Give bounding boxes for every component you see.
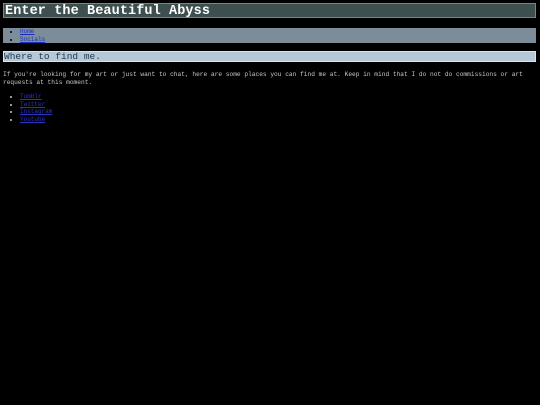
nav-bar: Home Socials: [3, 28, 536, 43]
nav-link-socials[interactable]: Socials: [20, 36, 45, 43]
section-heading-bar: Where to find me.: [3, 51, 536, 62]
social-link-list: Tumblr Twitter Instagram Youtube: [0, 93, 52, 123]
tumblr-link[interactable]: Tumblr: [20, 93, 42, 100]
site-header: Enter the Beautiful Abyss: [3, 3, 536, 19]
intro-paragraph: If you're looking for my art or just wan…: [3, 71, 523, 86]
nav-item-socials: Socials: [20, 36, 45, 44]
instagram-link[interactable]: Instagram: [20, 108, 52, 115]
youtube-link[interactable]: Youtube: [20, 116, 45, 123]
list-item-instagram: Instagram: [20, 108, 52, 116]
twitter-link[interactable]: Twitter: [20, 101, 45, 108]
section-heading: Where to find me.: [4, 51, 101, 62]
nav-link-home[interactable]: Home: [20, 28, 34, 35]
list-item-youtube: Youtube: [20, 116, 52, 124]
nav-item-home: Home: [20, 28, 45, 36]
nav-list: Home Socials: [3, 28, 45, 43]
site-title: Enter the Beautiful Abyss: [5, 4, 211, 19]
list-item-tumblr: Tumblr: [20, 93, 52, 101]
list-item-twitter: Twitter: [20, 101, 52, 109]
